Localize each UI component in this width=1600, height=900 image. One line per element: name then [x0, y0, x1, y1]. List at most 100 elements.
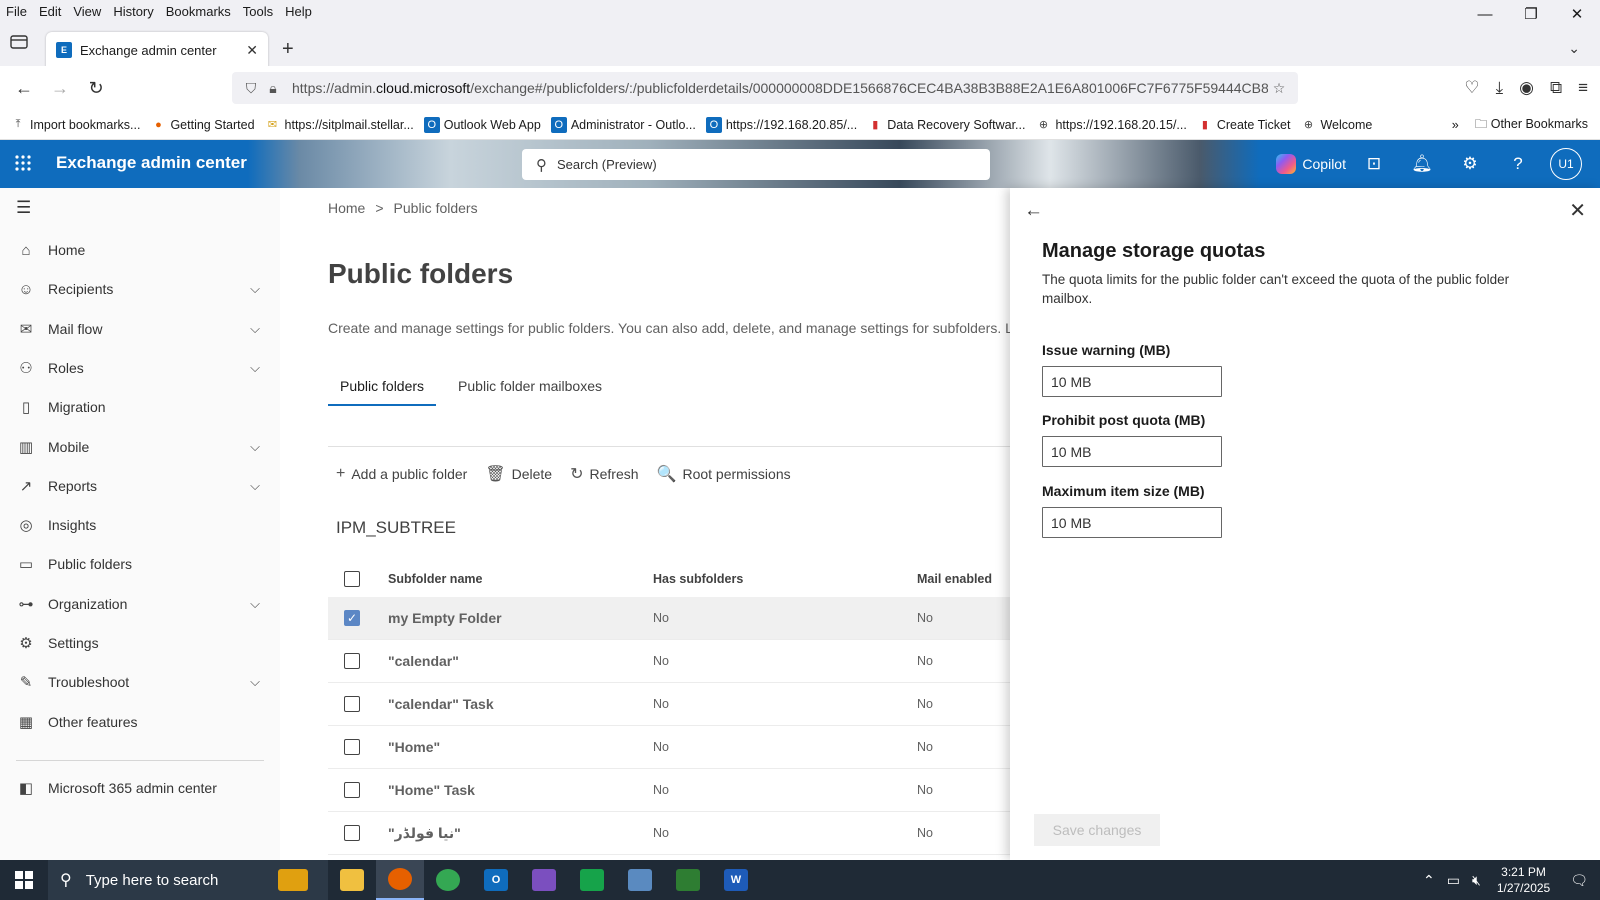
- menu-tools[interactable]: Tools: [237, 4, 279, 19]
- lock-icon[interactable]: 🔒︎: [262, 80, 284, 97]
- table-row[interactable]: "نیا فولڈر" No No: [328, 812, 1010, 855]
- bookmark-item[interactable]: O Administrator - Outlo...: [550, 116, 696, 133]
- chart-app-icon[interactable]: [664, 860, 712, 900]
- sidebar-item-public-folders[interactable]: ▭ Public folders: [0, 544, 280, 584]
- col-mail-enabled[interactable]: Mail enabled: [917, 572, 992, 586]
- extensions-icon[interactable]: ⧉: [1550, 78, 1562, 98]
- bookmark-item[interactable]: ⤒ Import bookmarks...: [10, 117, 141, 133]
- chevron-down-icon[interactable]: ⌵: [250, 321, 260, 337]
- menu-history[interactable]: History: [107, 4, 159, 19]
- reload-button[interactable]: ↻: [78, 78, 114, 99]
- back-arrow-icon[interactable]: ←: [1024, 200, 1043, 222]
- menu-file[interactable]: File: [0, 4, 33, 19]
- issue-warning-input[interactable]: [1042, 366, 1222, 397]
- cell-subfolder-name[interactable]: "نیا فولڈر": [388, 825, 461, 842]
- menu-edit[interactable]: Edit: [33, 4, 67, 19]
- forward-button[interactable]: →: [42, 78, 78, 99]
- other-bookmarks[interactable]: 🗀︎ Other Bookmarks: [1475, 115, 1588, 136]
- add-public-folder-button[interactable]: + Add a public folder: [336, 464, 467, 484]
- row-checkbox[interactable]: [344, 696, 360, 712]
- sidebar-item-mobile[interactable]: ▥ Mobile ⌵: [0, 427, 280, 467]
- table-row[interactable]: "Home" Task No No: [328, 769, 1010, 812]
- bookmark-item[interactable]: O Outlook Web App: [423, 116, 541, 133]
- table-row[interactable]: "Home" No No: [328, 726, 1010, 769]
- sidebar-item-m365-admin[interactable]: ◧ Microsoft 365 admin center: [0, 768, 280, 808]
- chevron-down-icon[interactable]: ⌵: [250, 281, 260, 297]
- row-checkbox[interactable]: [344, 782, 360, 798]
- word-icon[interactable]: W: [712, 860, 760, 900]
- col-subfolder-name[interactable]: Subfolder name: [388, 572, 482, 586]
- breadcrumb-home[interactable]: Home: [328, 200, 365, 216]
- visual-studio-icon[interactable]: [520, 860, 568, 900]
- file-explorer-icon[interactable]: [328, 860, 376, 900]
- notes-app-icon[interactable]: [568, 860, 616, 900]
- chevron-down-icon[interactable]: ⌵: [250, 360, 260, 376]
- table-row[interactable]: "calendar" No No: [328, 640, 1010, 683]
- row-checkbox[interactable]: ✓: [344, 610, 360, 626]
- account-icon[interactable]: ◉: [1519, 78, 1534, 98]
- close-tab-icon[interactable]: ✕: [246, 42, 258, 59]
- bookmark-item[interactable]: ✉ https://sitplmail.stellar...: [265, 117, 414, 133]
- delete-button[interactable]: 🗑 Delete: [485, 464, 552, 484]
- refresh-button[interactable]: ↻ Refresh: [570, 464, 638, 484]
- bookmark-star-icon[interactable]: ☆: [1268, 80, 1290, 97]
- chrome-icon[interactable]: [424, 860, 472, 900]
- bookmark-item[interactable]: Ohttps://192.168.20.85/...: [705, 116, 857, 133]
- firefox-view-icon[interactable]: [10, 34, 28, 50]
- chevron-down-icon[interactable]: ⌵: [250, 596, 260, 612]
- avatar[interactable]: U1: [1550, 148, 1582, 180]
- sidebar-item-migration[interactable]: ▯ Migration: [0, 387, 280, 427]
- pocket-icon[interactable]: ♡: [1464, 78, 1479, 98]
- tab-public-folders[interactable]: Public folders: [328, 368, 437, 406]
- new-tab-button[interactable]: +: [282, 38, 294, 61]
- notifications-icon[interactable]: 🗨︎: [1570, 872, 1588, 889]
- table-row[interactable]: ✓ my Empty Folder No No: [328, 597, 1010, 640]
- browser-tab[interactable]: E Exchange admin center ✕: [46, 32, 268, 68]
- copilot-button[interactable]: Copilot: [1276, 154, 1346, 174]
- row-checkbox[interactable]: [344, 739, 360, 755]
- menu-view[interactable]: View: [67, 4, 107, 19]
- sidebar-item-other-features[interactable]: ▦ Other features: [0, 702, 280, 742]
- settings-gear-icon[interactable]: ⚙: [1446, 140, 1494, 188]
- remote-desktop-icon[interactable]: [616, 860, 664, 900]
- clock[interactable]: 3:21 PM 1/27/2025: [1497, 864, 1550, 896]
- sidebar-item-mail-flow[interactable]: ✉ Mail flow ⌵: [0, 309, 280, 349]
- row-checkbox[interactable]: [344, 825, 360, 841]
- url-text[interactable]: https://admin.cloud.microsoft/exchange#/…: [292, 80, 1268, 96]
- bookmark-item[interactable]: ▮ Create Ticket: [1197, 117, 1291, 133]
- app-menu-icon[interactable]: ≡: [1578, 78, 1588, 98]
- root-permissions-button[interactable]: 🔍 Root permissions: [657, 464, 791, 484]
- help-icon[interactable]: ?: [1494, 140, 1542, 188]
- save-changes-button[interactable]: Save changes: [1034, 814, 1160, 846]
- bookmark-item[interactable]: ▮ Data Recovery Softwar...: [867, 117, 1025, 133]
- downloads-icon[interactable]: ⤓: [1496, 78, 1504, 98]
- sidebar-item-insights[interactable]: ◎ Insights: [0, 505, 280, 545]
- sidebar-item-home[interactable]: ⌂ Home: [0, 230, 280, 270]
- cell-subfolder-name[interactable]: "Home" Task: [388, 782, 475, 798]
- chevron-down-icon[interactable]: ⌵: [250, 674, 260, 690]
- col-has-subfolders[interactable]: Has subfolders: [653, 572, 743, 586]
- hamburger-menu-icon[interactable]: ☰: [16, 198, 31, 218]
- bookmark-item[interactable]: ⊕ Welcome: [1300, 117, 1372, 133]
- table-row[interactable]: "calendar" Task No No: [328, 683, 1010, 726]
- sidebar-item-roles[interactable]: ⚇ Roles ⌵: [0, 348, 280, 388]
- menu-bookmarks[interactable]: Bookmarks: [160, 4, 237, 19]
- cell-subfolder-name[interactable]: "calendar" Task: [388, 696, 494, 712]
- max-item-size-input[interactable]: [1042, 507, 1222, 538]
- bookmark-item[interactable]: ⊕ https://192.168.20.15/...: [1035, 117, 1187, 133]
- sidebar-item-settings[interactable]: ⚙ Settings: [0, 623, 280, 663]
- sidebar-item-reports[interactable]: ↗ Reports ⌵: [0, 466, 280, 506]
- bookmark-item[interactable]: ● Getting Started: [150, 117, 254, 133]
- sidebar-item-organization[interactable]: ⊶ Organization ⌵: [0, 584, 280, 624]
- row-checkbox[interactable]: [344, 653, 360, 669]
- terminal-icon[interactable]: ⊡: [1350, 140, 1398, 188]
- url-bar[interactable]: ⛉ 🔒︎ https://admin.cloud.microsoft/excha…: [232, 72, 1298, 104]
- sidebar-item-recipients[interactable]: ☺ Recipients ⌵: [0, 269, 280, 309]
- list-tabs-chevron-icon[interactable]: ⌄: [1568, 40, 1580, 57]
- cell-subfolder-name[interactable]: "Home": [388, 739, 440, 755]
- taskbar-search[interactable]: ⚲ Type here to search: [48, 860, 328, 900]
- chevron-down-icon[interactable]: ⌵: [250, 439, 260, 455]
- outlook-taskbar-icon[interactable]: O: [472, 860, 520, 900]
- close-panel-icon[interactable]: ✕: [1569, 198, 1586, 223]
- cell-subfolder-name[interactable]: "calendar": [388, 653, 459, 669]
